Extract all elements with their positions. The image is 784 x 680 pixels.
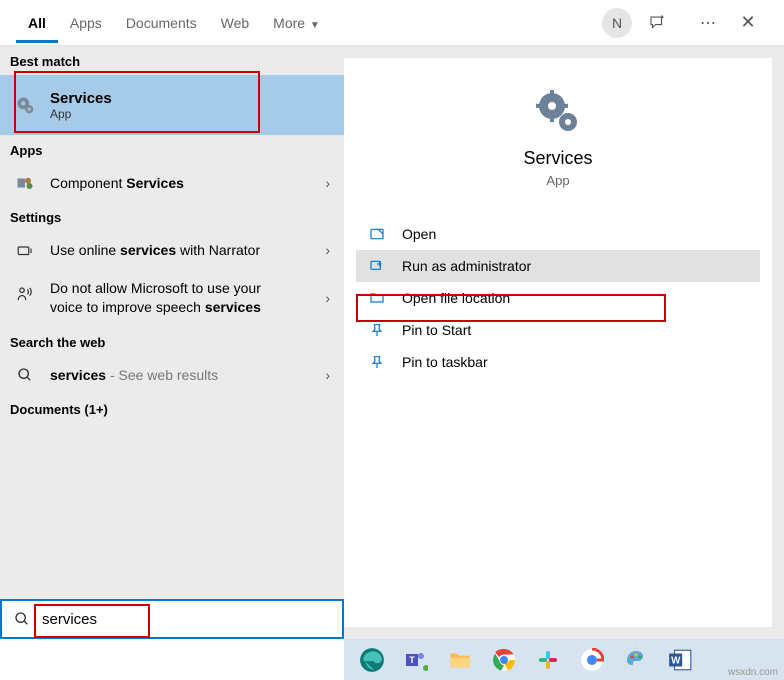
documents-header: Documents (1+) — [0, 394, 344, 423]
tab-web[interactable]: Web — [209, 3, 262, 43]
chevron-right-icon: › — [321, 290, 334, 306]
component-services-icon — [14, 172, 36, 194]
results-panel: Best match Services App Apps Component S… — [0, 46, 344, 639]
action-run-as-administrator[interactable]: Run as administrator — [356, 250, 760, 282]
action-open-file-location[interactable]: Open file location — [356, 282, 760, 314]
result-speech-services[interactable]: Do not allow Microsoft to use your voice… — [0, 269, 344, 327]
action-pin-to-start[interactable]: Pin to Start — [356, 314, 760, 346]
result-label: Do not allow Microsoft to use your voice… — [50, 279, 321, 317]
teams-icon[interactable]: T — [396, 640, 436, 680]
pin-icon — [368, 322, 386, 338]
chevron-down-icon: ▼ — [307, 20, 320, 31]
search-web-header: Search the web — [0, 327, 344, 356]
narrator-icon — [14, 239, 36, 261]
search-bar — [0, 599, 344, 639]
chevron-right-icon: › — [321, 367, 334, 383]
watermark: wsxdn.com — [728, 667, 778, 678]
app-name: Services — [523, 148, 592, 169]
tab-apps[interactable]: Apps — [58, 3, 114, 43]
admin-icon — [368, 258, 386, 274]
speech-icon — [14, 283, 36, 305]
more-options-icon[interactable]: ⋯ — [688, 13, 728, 33]
result-label: services - See web results — [50, 367, 321, 383]
chevron-right-icon: › — [321, 175, 334, 191]
result-web-services[interactable]: services - See web results › — [0, 356, 344, 394]
pin-icon — [368, 354, 386, 370]
user-avatar[interactable]: N — [602, 8, 632, 38]
best-match-result[interactable]: Services App — [0, 75, 344, 135]
action-open[interactable]: Open — [356, 218, 760, 250]
file-explorer-icon[interactable] — [440, 640, 480, 680]
search-icon — [2, 611, 42, 627]
search-input[interactable] — [42, 611, 342, 628]
settings-header: Settings — [0, 202, 344, 231]
chrome-beta-icon[interactable] — [572, 640, 612, 680]
close-icon[interactable]: ✕ — [728, 12, 768, 33]
preview-panel: Services App Open Run as administrator O… — [344, 58, 772, 627]
word-icon[interactable]: W — [660, 640, 700, 680]
edge-icon[interactable] — [352, 640, 392, 680]
action-label: Open file location — [402, 290, 510, 306]
open-icon — [368, 226, 386, 242]
action-label: Pin to taskbar — [402, 354, 488, 370]
result-narrator-services[interactable]: Use online services with Narrator › — [0, 231, 344, 269]
svg-text:W: W — [671, 655, 681, 666]
paint-icon[interactable] — [616, 640, 656, 680]
result-label: Use online services with Narrator — [50, 242, 321, 258]
action-label: Run as administrator — [402, 258, 531, 274]
taskbar: T W — [344, 639, 784, 680]
tab-more[interactable]: More ▼ — [261, 3, 332, 43]
best-match-subtitle: App — [50, 107, 112, 121]
chevron-right-icon: › — [321, 242, 334, 258]
feedback-icon[interactable] — [648, 14, 688, 32]
action-label: Open — [402, 226, 436, 242]
result-label: Component Services — [50, 175, 321, 191]
gear-icon — [14, 94, 36, 116]
best-match-title: Services — [50, 90, 112, 107]
action-label: Pin to Start — [402, 322, 471, 338]
tab-documents[interactable]: Documents — [114, 3, 209, 43]
chrome-icon[interactable] — [484, 640, 524, 680]
action-pin-to-taskbar[interactable]: Pin to taskbar — [356, 346, 760, 378]
best-match-header: Best match — [0, 46, 344, 75]
folder-icon — [368, 290, 386, 306]
result-component-services[interactable]: Component Services › — [0, 164, 344, 202]
app-type: App — [546, 173, 569, 188]
slack-icon[interactable] — [528, 640, 568, 680]
tab-all[interactable]: All — [16, 3, 58, 43]
apps-header: Apps — [0, 135, 344, 164]
svg-text:T: T — [409, 655, 415, 665]
search-icon — [14, 364, 36, 386]
search-tabs: All Apps Documents Web More ▼ N ⋯ ✕ — [0, 0, 784, 46]
app-hero-icon — [534, 88, 582, 136]
